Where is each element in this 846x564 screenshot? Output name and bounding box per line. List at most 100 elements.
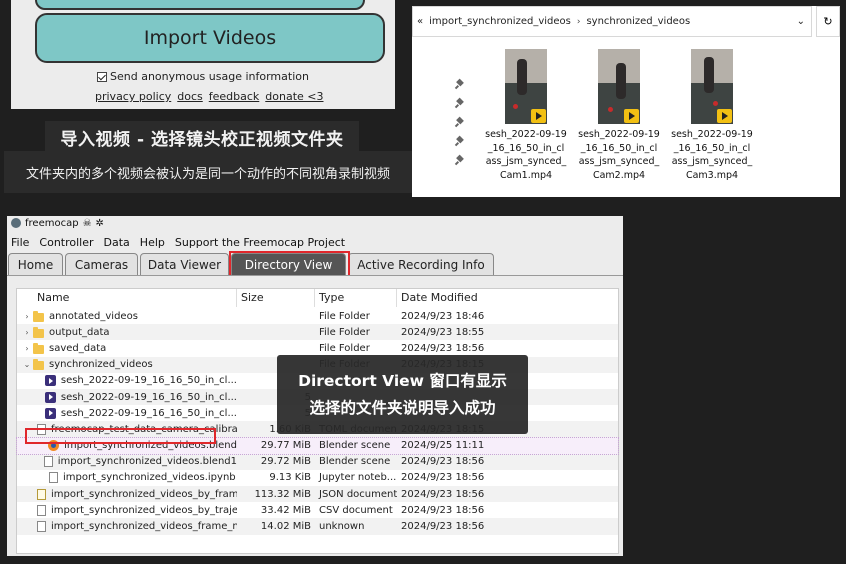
- cell-name: › output_data: [17, 326, 237, 338]
- breadcrumb-separator-icon: ›: [576, 16, 581, 27]
- menu-controller[interactable]: Controller: [39, 236, 93, 252]
- bug-icon: ✲: [95, 217, 104, 229]
- cell-date: 2024/9/23 18:56: [401, 504, 485, 516]
- pin-icon[interactable]: [456, 118, 464, 127]
- pin-icon[interactable]: [456, 156, 464, 165]
- usage-checkbox[interactable]: [97, 71, 107, 82]
- pin-icon[interactable]: [456, 99, 464, 108]
- video-file-icon: [44, 391, 56, 403]
- document-icon: [43, 456, 53, 468]
- cell-date: 2024/9/23 18:56: [401, 472, 485, 484]
- pin-icon[interactable]: [456, 137, 464, 146]
- pin-icon[interactable]: [456, 80, 464, 89]
- folder-icon: [33, 342, 44, 354]
- cell-type: Jupyter noteb...: [319, 472, 397, 484]
- tab-active-recording-info[interactable]: Active Recording Info: [348, 253, 494, 275]
- file-name: sesh_2022-09-19_16_16_50_in_class_jsm_sy…: [485, 129, 567, 181]
- folder-icon: [33, 310, 44, 322]
- window-title: freemocap: [25, 217, 79, 229]
- tree-header: Name Size Type Date Modified: [17, 289, 618, 307]
- cell-size: 9.13 KiB: [269, 472, 311, 484]
- table-row[interactable]: import_synchronized_videos_by_trajec... 3…: [17, 502, 618, 518]
- import-videos-button[interactable]: Import Videos: [35, 13, 385, 63]
- cell-date: 2024/9/23 18:56: [401, 488, 485, 500]
- tab-cameras[interactable]: Cameras: [65, 253, 138, 275]
- file-item[interactable]: sesh_2022-09-19_16_16_50_in_class_jsm_sy…: [485, 49, 567, 182]
- file-name: sesh_2022-09-19_16_16_50_in_cl...: [60, 391, 237, 403]
- file-name: import_synchronized_videos_by_trajec...: [51, 504, 237, 516]
- file-item[interactable]: sesh_2022-09-19_16_16_50_in_class_jsm_sy…: [578, 49, 660, 182]
- cell-type: JSON document: [319, 488, 397, 500]
- cell-name: ⌄ synchronized_videos: [17, 359, 237, 371]
- table-row[interactable]: › output_data File Folder 2024/9/23 18:55: [17, 324, 618, 341]
- docs-link[interactable]: docs: [177, 90, 203, 103]
- player-badge-icon: [624, 109, 639, 123]
- video-file-icon: [44, 375, 56, 387]
- cell-name: sesh_2022-09-19_16_16_50_in_cl...: [17, 375, 237, 387]
- cell-name: sesh_2022-09-19_16_16_50_in_cl...: [17, 407, 237, 419]
- anonymous-usage-option[interactable]: Send anonymous usage information: [97, 70, 309, 83]
- cell-date: 2024/9/25 11:11: [401, 440, 485, 452]
- cell-name: › annotated_videos: [17, 310, 237, 322]
- file-name: output_data: [49, 326, 110, 338]
- chevron-down-icon[interactable]: ⌄: [797, 16, 805, 27]
- file-item[interactable]: sesh_2022-09-19_16_16_50_in_class_jsm_sy…: [671, 49, 753, 182]
- breadcrumb-item[interactable]: import_synchronized_videos: [429, 16, 571, 27]
- cell-type: CSV document: [319, 504, 393, 516]
- app-logo-icon: [11, 218, 21, 228]
- cell-size: 33.42 MiB: [260, 504, 311, 516]
- menu-file[interactable]: File: [11, 236, 29, 252]
- caption-overlay: Directort View 窗口有显示 选择的文件夹说明导入成功: [277, 355, 528, 434]
- caption-title: 导入视频 - 选择镜头校正视频文件夹: [45, 121, 359, 153]
- cell-name: › saved_data: [17, 342, 237, 354]
- file-name: sesh_2022-09-19_16_16_50_in_class_jsm_sy…: [578, 129, 660, 181]
- window-title-bar: freemocap ☠ ✲: [7, 216, 623, 230]
- overlay-line-2: 选择的文件夹说明导入成功: [309, 398, 496, 417]
- cell-name: sesh_2022-09-19_16_16_50_in_cl...: [17, 391, 237, 403]
- chevron-right-icon[interactable]: ›: [21, 328, 33, 337]
- table-row[interactable]: import_synchronized_videos_by_frame... 11…: [17, 486, 618, 503]
- tab-home[interactable]: Home: [8, 253, 63, 275]
- address-bar[interactable]: « import_synchronized_videos › synchroni…: [412, 6, 812, 37]
- chevron-down-icon[interactable]: ⌄: [21, 360, 33, 369]
- cell-date: 2024/9/23 18:55: [401, 326, 485, 338]
- menu-bar: File Controller Data Help Support the Fr…: [7, 236, 345, 252]
- column-size[interactable]: Size: [237, 289, 315, 307]
- file-name: saved_data: [49, 342, 107, 354]
- cell-type: File Folder: [319, 326, 370, 338]
- breadcrumb-overflow[interactable]: «: [417, 16, 423, 27]
- document-icon: [37, 521, 46, 533]
- breadcrumb-item[interactable]: synchronized_videos: [586, 16, 690, 27]
- row-highlight-box: [25, 428, 216, 444]
- tab-highlight-box: [229, 251, 350, 277]
- table-row[interactable]: › annotated_videos File Folder 2024/9/23 18…: [17, 308, 618, 324]
- video-thumbnail: [505, 49, 547, 124]
- tab-data-viewer[interactable]: Data Viewer: [140, 253, 229, 275]
- donate-link[interactable]: donate <3: [265, 90, 323, 103]
- caption-subtitle: 文件夹内的多个视频会被认为是同一个动作的不同视角录制视频: [4, 151, 412, 193]
- refresh-icon[interactable]: ↻: [816, 6, 840, 37]
- overlay-line-1: Directort View 窗口有显示: [298, 371, 507, 390]
- file-name: sesh_2022-09-19_16_16_50_in_cl...: [60, 375, 237, 387]
- menu-support[interactable]: Support the Freemocap Project: [175, 236, 345, 252]
- table-row[interactable]: import_synchronized_videos.blend1 29.72 M…: [17, 453, 618, 470]
- table-row[interactable]: import_synchronized_videos.ipynb 9.13 KiB…: [17, 470, 618, 486]
- chevron-right-icon[interactable]: ›: [21, 312, 33, 321]
- table-row[interactable]: import_synchronized_videos_frame_na... 14…: [17, 518, 618, 535]
- cell-date: 2024/9/23 18:56: [401, 521, 485, 533]
- previous-button-edge[interactable]: [35, 0, 365, 10]
- column-name[interactable]: Name: [17, 289, 237, 307]
- column-date-modified[interactable]: Date Modified: [397, 289, 507, 307]
- video-file-icon: [44, 407, 56, 419]
- chevron-right-icon[interactable]: ›: [21, 344, 33, 353]
- video-thumbnail: [598, 49, 640, 124]
- menu-data[interactable]: Data: [104, 236, 130, 252]
- player-badge-icon: [531, 109, 546, 123]
- feedback-link[interactable]: feedback: [209, 90, 260, 103]
- column-type[interactable]: Type: [315, 289, 397, 307]
- menu-help[interactable]: Help: [140, 236, 165, 252]
- cell-name: import_synchronized_videos_by_frame...: [17, 488, 237, 500]
- folder-icon: [33, 359, 44, 371]
- privacy-policy-link[interactable]: privacy policy: [95, 90, 171, 103]
- document-icon: [37, 504, 46, 516]
